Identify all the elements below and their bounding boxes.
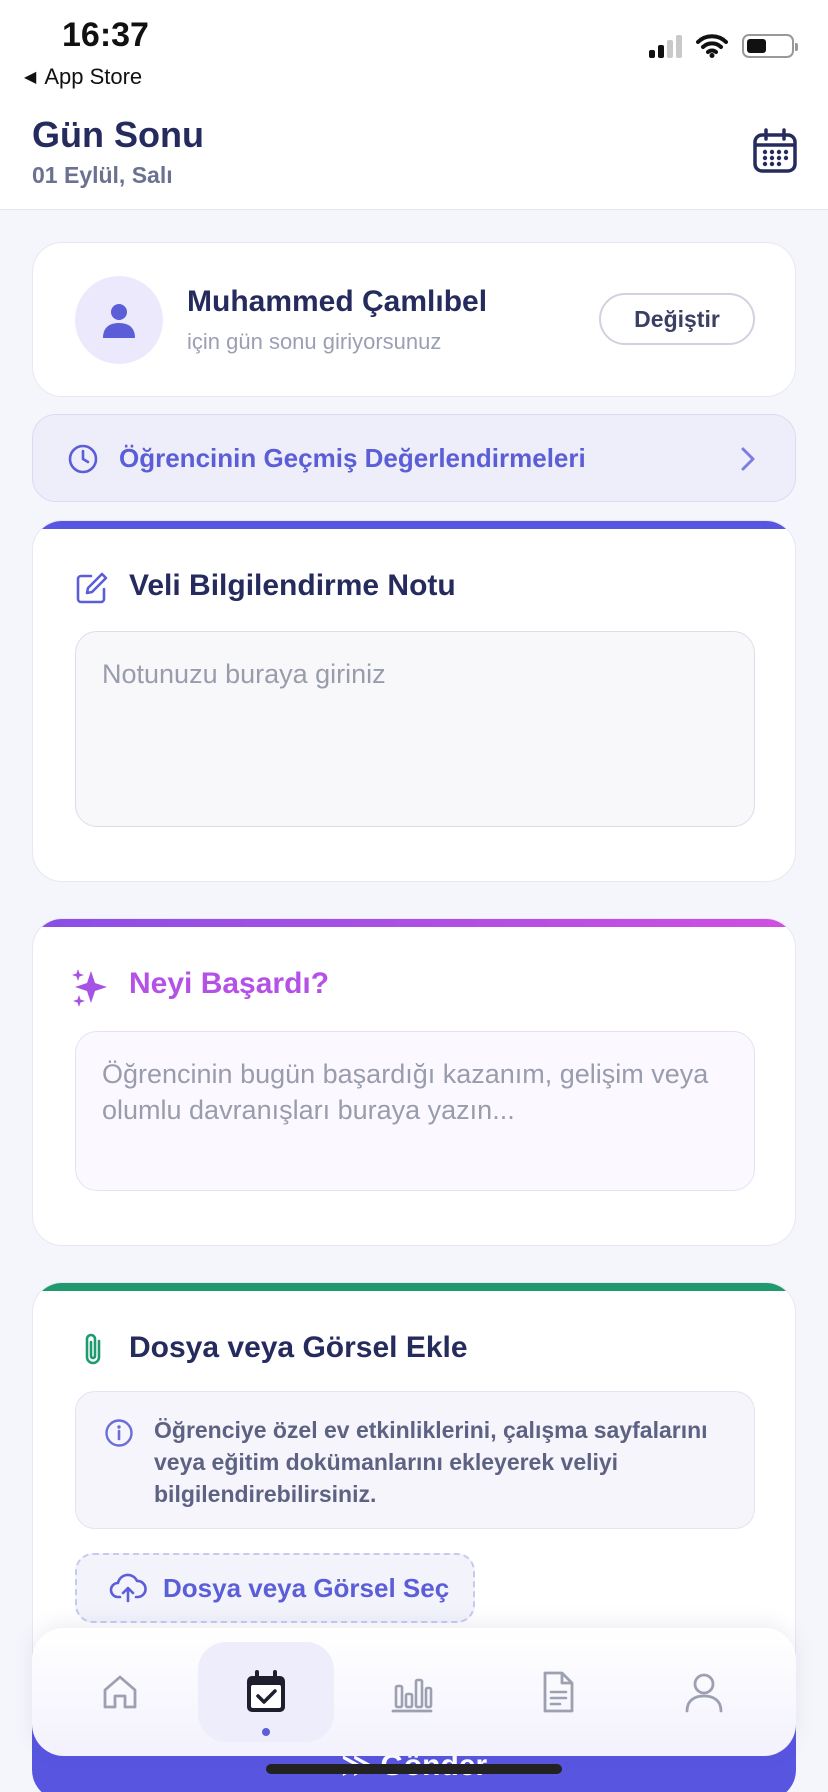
achievement-card: Neyi Başardı? Öğrencinin bugün başardığı… — [32, 918, 796, 1246]
sparkles-icon — [72, 969, 107, 1007]
home-icon — [103, 1675, 137, 1709]
achievement-input[interactable]: Öğrencinin bugün başardığı kazanım, geli… — [75, 1031, 755, 1191]
tab-reports[interactable] — [344, 1642, 480, 1742]
note-title: Veli Bilgilendirme Notu — [129, 569, 456, 602]
tab-home[interactable] — [52, 1642, 188, 1742]
status-time: 16:37 — [62, 16, 149, 54]
home-indicator — [266, 1764, 562, 1774]
back-to-app-store[interactable]: ◀ App Store — [24, 64, 142, 90]
achievement-accent-bar — [33, 919, 795, 927]
avatar — [75, 276, 163, 364]
back-arrow-icon: ◀ — [24, 69, 37, 86]
active-tab-indicator — [262, 1728, 270, 1736]
note-accent-bar — [33, 521, 795, 529]
info-icon — [105, 1419, 133, 1447]
attachment-info-box: Öğrenciye özel ev etkinliklerini, çalışm… — [75, 1391, 755, 1529]
back-app-label: App Store — [44, 64, 143, 89]
bottom-tab-bar — [32, 1628, 796, 1756]
past-evaluations-label: Öğrencinin Geçmiş Değerlendirmeleri — [119, 443, 586, 473]
student-subtitle: için gün sonu giriyorsunuz — [187, 329, 442, 354]
document-icon — [543, 1671, 574, 1713]
attachment-info-text: Öğrenciye özel ev etkinliklerini, çalışm… — [154, 1417, 708, 1507]
status-icons — [649, 34, 798, 58]
cellular-signal-icon — [649, 34, 682, 58]
chevron-right-icon — [741, 447, 755, 471]
attachment-accent-bar — [33, 1283, 795, 1291]
tab-profile[interactable] — [636, 1642, 772, 1742]
cloud-upload-icon — [109, 1573, 147, 1603]
note-input[interactable]: Notunuzu buraya giriniz — [75, 631, 755, 827]
parent-note-card: Veli Bilgilendirme Notu Notunuzu buraya … — [32, 520, 796, 882]
attachment-title: Dosya veya Görsel Ekle — [129, 1331, 468, 1364]
page-header: Gün Sonu 01 Eylül, Salı — [0, 100, 828, 210]
tab-end-of-day[interactable] — [198, 1642, 334, 1742]
calendar-check-icon — [247, 1670, 285, 1712]
tab-documents[interactable] — [490, 1642, 626, 1742]
profile-icon — [685, 1673, 723, 1713]
student-name: Muhammed Çamlıbel — [187, 285, 488, 318]
user-icon — [103, 304, 135, 338]
past-evaluations-button[interactable]: Öğrencinin Geçmiş Değerlendirmeleri — [32, 414, 796, 502]
achievement-title: Neyi Başardı? — [129, 967, 330, 1000]
bar-chart-icon — [391, 1678, 433, 1713]
upload-file-label: Dosya veya Görsel Seç — [163, 1572, 450, 1603]
page-title: Gün Sonu — [32, 114, 204, 155]
status-bar: 16:37 ◀ App Store — [0, 0, 828, 100]
battery-icon — [742, 34, 798, 58]
upload-file-button[interactable]: Dosya veya Görsel Seç — [75, 1553, 475, 1623]
page-date: 01 Eylül, Salı — [32, 162, 173, 188]
change-student-button[interactable]: Değiştir — [599, 293, 755, 345]
clock-icon — [68, 444, 98, 474]
calendar-icon[interactable] — [752, 128, 798, 174]
paperclip-icon — [85, 1333, 101, 1365]
student-card: Muhammed Çamlıbel için gün sonu giriyors… — [32, 242, 796, 397]
edit-note-icon — [76, 572, 108, 604]
wifi-icon — [696, 34, 728, 58]
